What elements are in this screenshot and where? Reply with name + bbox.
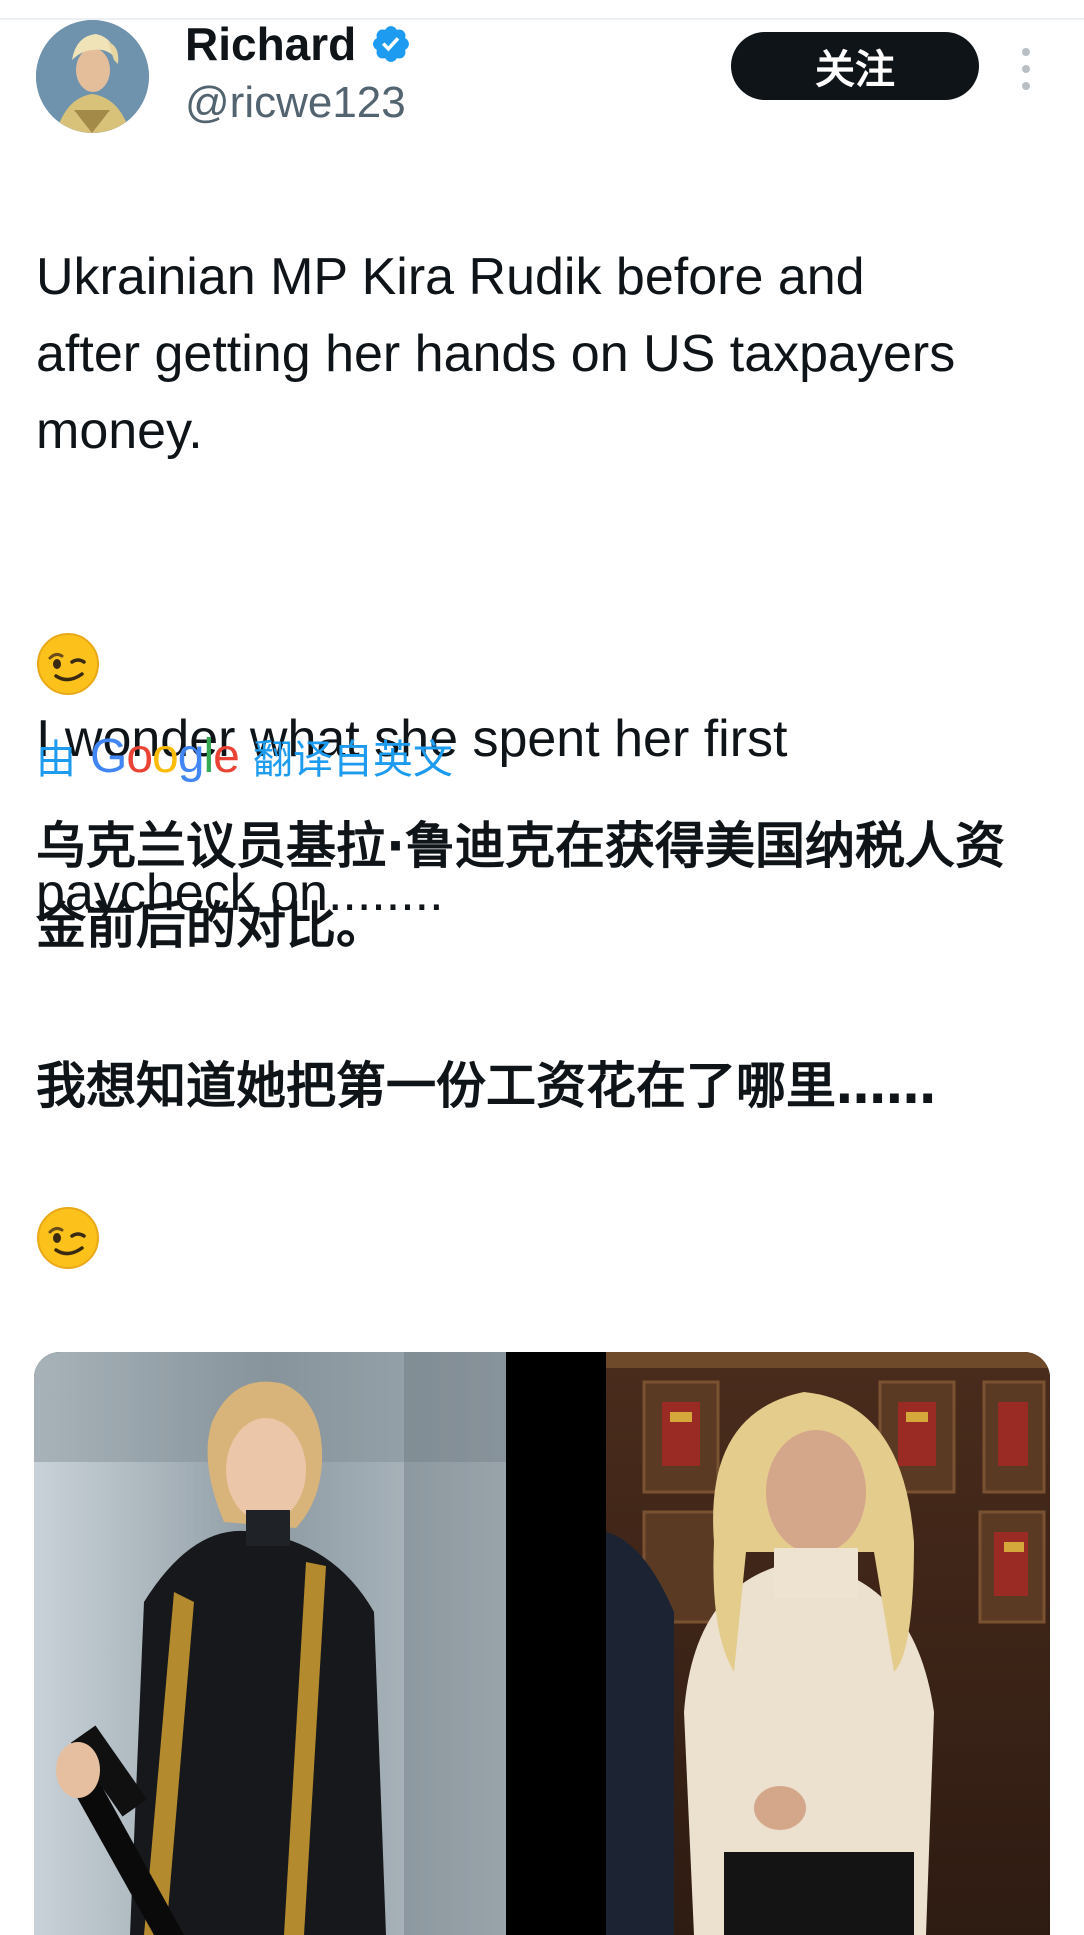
translated-paragraph-2: 我想知道她把第一份工资花在了哪里……	[36, 1057, 936, 1115]
avatar[interactable]	[36, 20, 149, 133]
tweet-media[interactable]	[34, 1352, 1050, 1935]
display-name-text: Richard	[185, 18, 357, 70]
translation-attribution[interactable]: 由 Google 翻译自英文	[36, 726, 453, 786]
follow-button[interactable]: 关注	[731, 32, 979, 100]
verified-badge-icon	[373, 26, 410, 62]
winking-face-icon	[37, 1207, 99, 1269]
translated-text: 乌克兰议员基拉·鲁迪克在获得美国纳税人资金前后的对比。 我想知道她把第一份工资花…	[36, 806, 1046, 1126]
google-logo: Google	[90, 729, 240, 783]
top-divider	[0, 18, 1084, 20]
user-handle[interactable]: @ricwe123	[185, 76, 406, 130]
display-name[interactable]: Richard	[185, 14, 412, 74]
translation-prefix: 由	[36, 737, 76, 783]
winking-face-icon	[37, 633, 99, 695]
tweet-paragraph-1: Ukrainian MP Kira Rudik before and after…	[36, 248, 956, 460]
avatar-portrait-image	[36, 20, 149, 133]
translated-paragraph-1: 乌克兰议员基拉·鲁迪克在获得美国纳税人资金前后的对比。	[36, 817, 1005, 955]
tweet-photo-collage	[34, 1352, 1050, 1935]
paragraph-spacer	[36, 547, 1046, 624]
more-vertical-icon[interactable]	[1014, 44, 1038, 94]
translation-suffix: 翻译自英文	[252, 737, 453, 783]
